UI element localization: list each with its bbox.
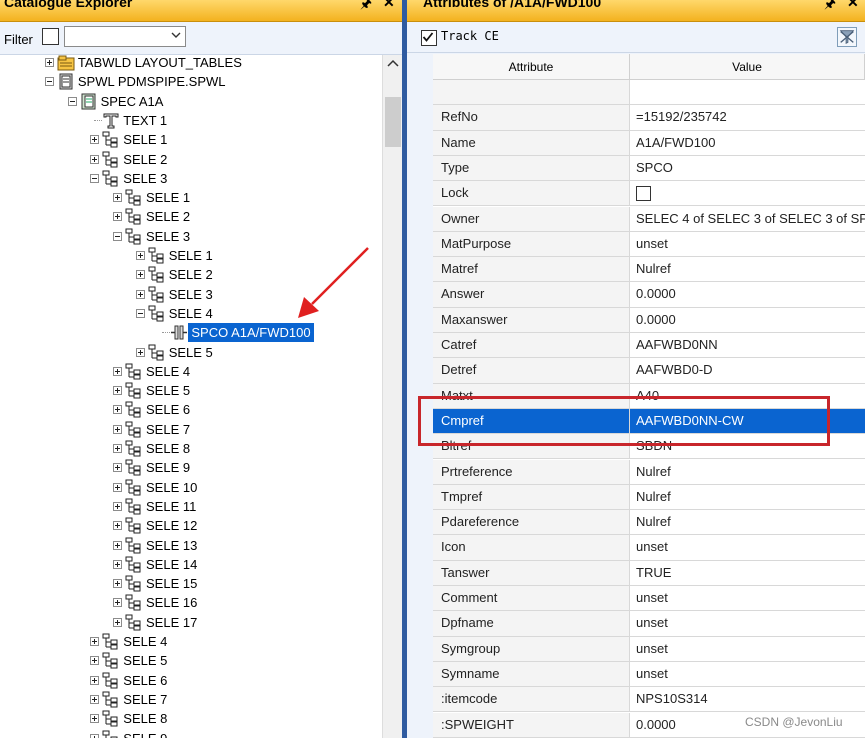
annotation-arrow-icon (298, 247, 369, 318)
watermark: CSDN @JevonLiu (745, 715, 843, 729)
